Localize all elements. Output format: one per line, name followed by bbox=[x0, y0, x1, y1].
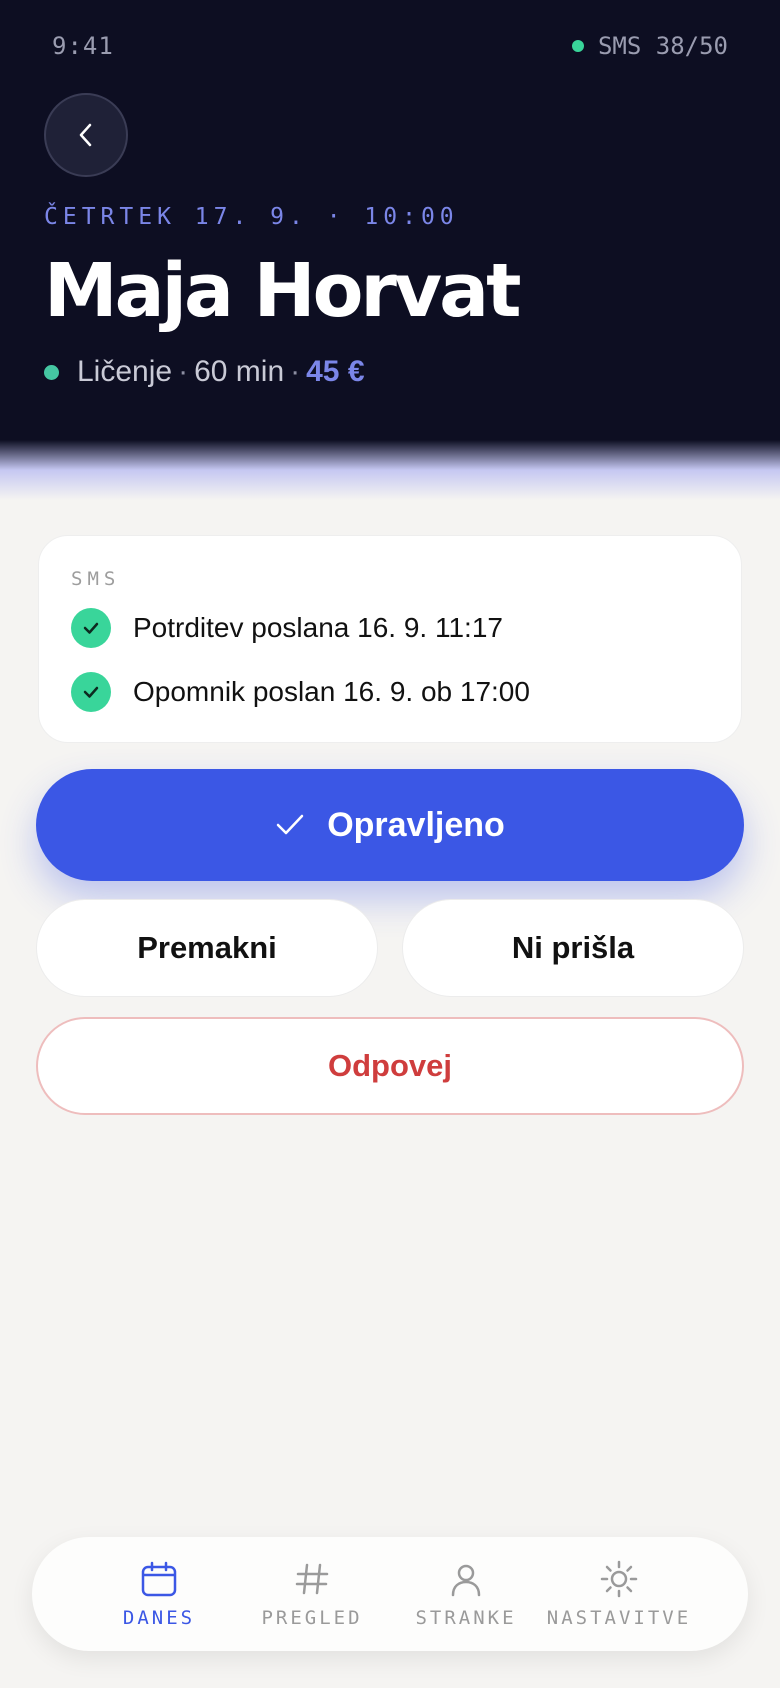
checkmark-icon bbox=[276, 814, 304, 835]
service-duration: 60 min bbox=[194, 355, 285, 388]
sms-reminder-text: Opomnik poslan 16. 9. ob 17:00 bbox=[133, 676, 530, 707]
chevron-left-icon bbox=[79, 123, 92, 147]
reschedule-button[interactable]: Premakni bbox=[36, 899, 378, 997]
sms-status-dot bbox=[571, 40, 584, 52]
cancel-appointment-button[interactable]: Odpovej bbox=[36, 1017, 744, 1115]
calendar-icon bbox=[141, 1561, 177, 1597]
appointment-header: 9:41 SMS 38/50 ČETRTEK 17. 9. · 10:00 Ma… bbox=[0, 0, 780, 500]
mark-done-label: Opravljeno bbox=[327, 805, 505, 844]
tab-stranke[interactable]: STRANKE bbox=[391, 1537, 541, 1651]
sms-counter-label: SMS 38/50 bbox=[597, 32, 728, 60]
tab-pregled-label: PREGLED bbox=[261, 1607, 363, 1629]
sms-confirmation-row: Potrditev poslana 16. 9. 11:17 bbox=[71, 608, 503, 648]
sms-reminder-row: Opomnik poslan 16. 9. ob 17:00 bbox=[71, 672, 530, 712]
sms-status-card: SMS Potrditev poslana 16. 9. 11:17 Opomn… bbox=[38, 535, 742, 743]
no-show-button[interactable]: Ni prišla bbox=[402, 899, 744, 997]
check-icon bbox=[71, 608, 111, 648]
status-time: 9:41 bbox=[52, 32, 114, 60]
check-icon bbox=[71, 672, 111, 712]
sms-counter: SMS 38/50 bbox=[571, 32, 728, 60]
mark-done-button[interactable]: Opravljeno bbox=[36, 769, 744, 881]
sun-gear-icon bbox=[600, 1560, 638, 1598]
client-name: Maja Horvat bbox=[44, 248, 521, 334]
back-button[interactable] bbox=[44, 93, 128, 177]
separator: · bbox=[290, 355, 301, 388]
tab-stranke-label: STRANKE bbox=[415, 1607, 517, 1629]
service-name: Ličenje bbox=[77, 355, 173, 388]
appointment-datetime: ČETRTEK 17. 9. · 10:00 bbox=[44, 204, 459, 230]
tab-pregled[interactable]: PREGLED bbox=[237, 1537, 387, 1651]
service-price: 45 € bbox=[306, 355, 365, 388]
sms-confirmation-text: Potrditev poslana 16. 9. 11:17 bbox=[133, 612, 503, 643]
person-icon bbox=[451, 1564, 481, 1597]
separator: · bbox=[178, 355, 189, 388]
sms-card-title: SMS bbox=[71, 568, 121, 590]
tab-danes-label: DANES bbox=[122, 1607, 196, 1629]
tab-nastavitve-label: NASTAVITVE bbox=[546, 1607, 692, 1629]
tab-nastavitve[interactable]: NASTAVITVE bbox=[544, 1537, 694, 1651]
tab-danes[interactable]: DANES bbox=[84, 1537, 234, 1651]
service-color-dot bbox=[44, 364, 59, 380]
hash-icon bbox=[295, 1563, 329, 1595]
bottom-tab-bar: DANES PREGLED STRANKE NASTAVITVE bbox=[32, 1537, 748, 1651]
service-summary: Ličenje · 60 min · 45 € bbox=[44, 355, 365, 389]
